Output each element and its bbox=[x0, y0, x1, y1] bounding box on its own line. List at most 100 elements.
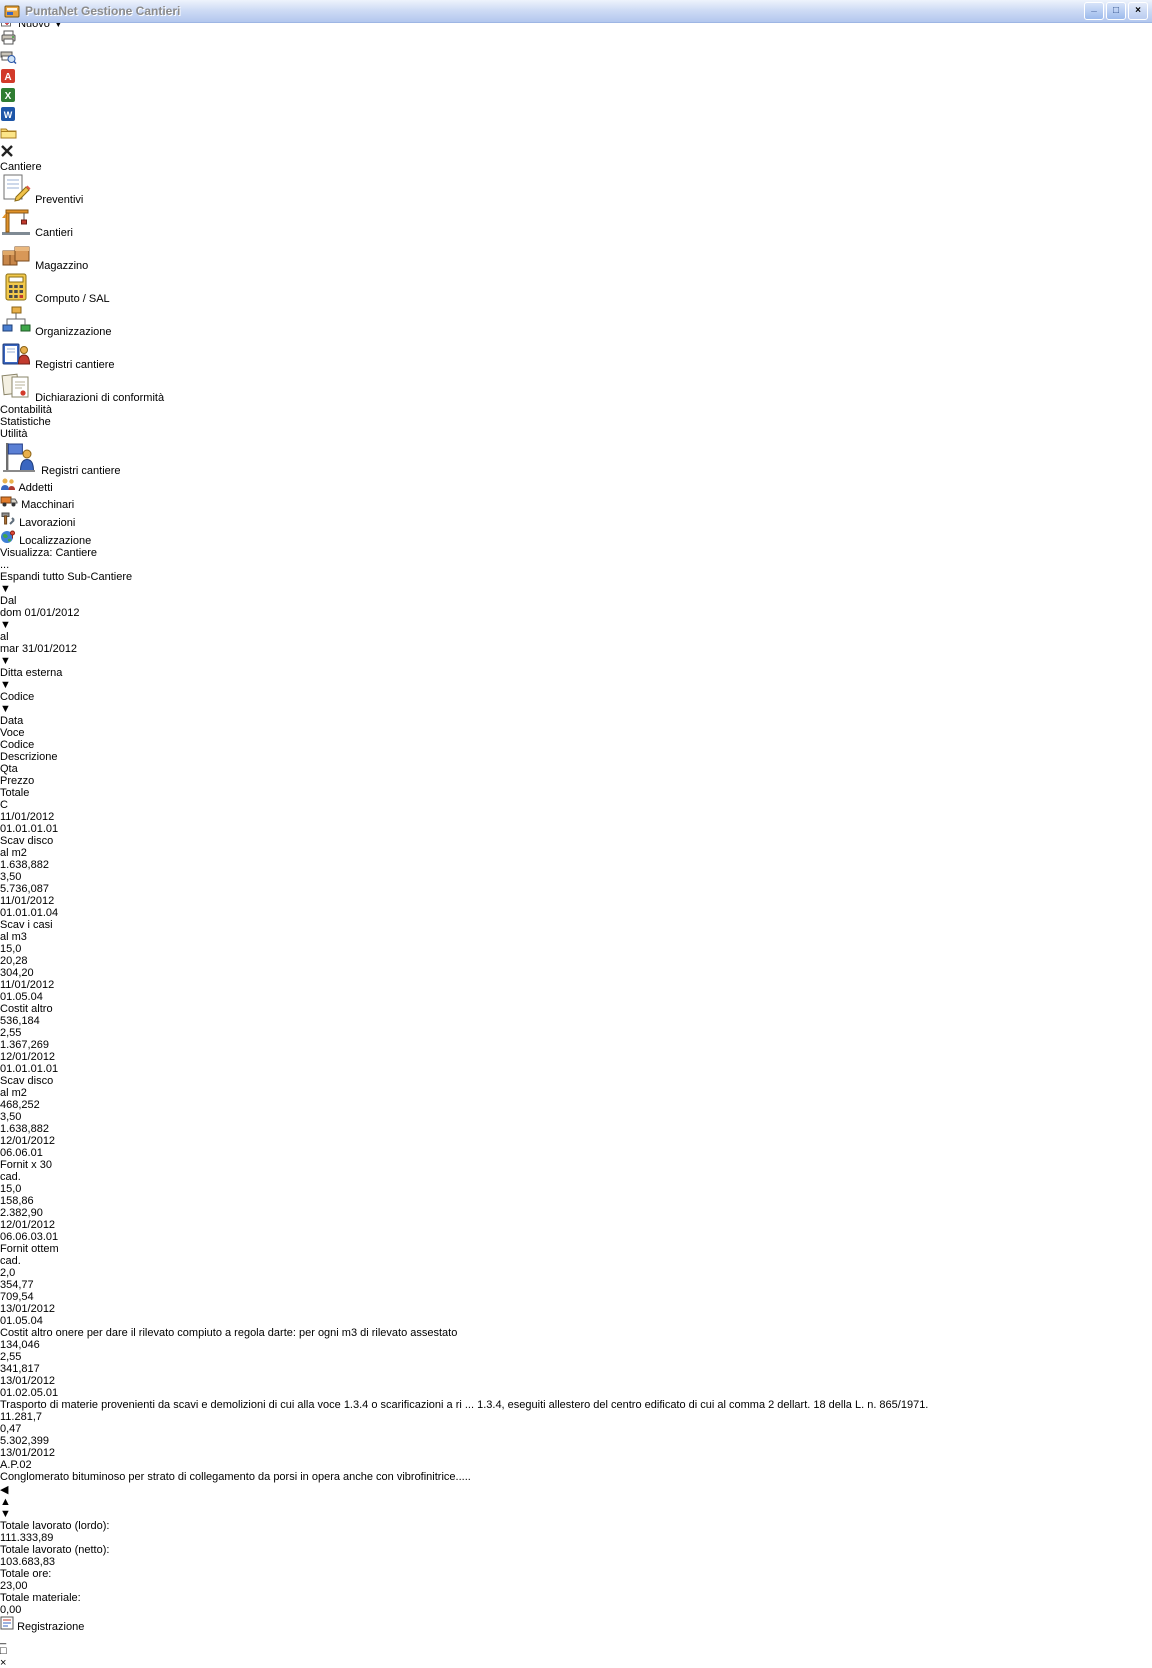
cell-codice: 01.05.04 bbox=[0, 1315, 1152, 1327]
vertical-scrollbar[interactable]: ▲ ▼ bbox=[0, 1496, 1152, 1520]
cell-prezzo: 2,55 bbox=[0, 1351, 1152, 1363]
cell-um: cad. bbox=[0, 1171, 1152, 1183]
sidebar-bottom-button[interactable]: Statistiche bbox=[0, 416, 1152, 428]
cell-codice: 06.06.03.01 bbox=[0, 1231, 1152, 1243]
cell-descrizione: Costit altro bbox=[0, 1003, 1152, 1015]
chevron-down-icon[interactable]: ▼ bbox=[0, 619, 130, 631]
section-tab[interactable]: Addetti bbox=[0, 477, 1152, 494]
cell-totale: 5.302,399 bbox=[0, 1435, 1152, 1447]
column-header-totale[interactable]: Totale bbox=[0, 787, 1152, 799]
horizontal-scrollbar[interactable]: ◀ bbox=[0, 1483, 1152, 1496]
table-row[interactable]: 12/01/2012 06.06.03.01 Fornit ottem cad.… bbox=[0, 1219, 1152, 1303]
svg-text:A: A bbox=[4, 72, 11, 83]
cell-codice: 01.01.01.01 bbox=[0, 823, 1152, 835]
grid-header: Data Voce Codice Descrizione Qta Prezzo … bbox=[0, 715, 1152, 811]
scroll-down-icon[interactable]: ▼ bbox=[0, 1508, 1152, 1520]
cell-prezzo: 20,28 bbox=[0, 955, 1152, 967]
cell-um: cad. bbox=[0, 1255, 1152, 1267]
cantiere-browse-button[interactable]: ... bbox=[0, 559, 1152, 571]
cell-descrizione: Scav disco bbox=[0, 835, 1152, 847]
total-group: Totale materiale: 0,00 bbox=[0, 1592, 1152, 1616]
al-label: al bbox=[0, 631, 9, 643]
sidebar-item[interactable]: Magazzino bbox=[0, 239, 1152, 272]
column-header-codice[interactable]: Codice bbox=[0, 739, 1152, 751]
sidebar-bottom-button[interactable]: Utilità bbox=[0, 428, 1152, 440]
sidebar-item-label: Organizzazione bbox=[35, 326, 111, 338]
total-group: Totale lavorato (lordo): 111.333,89 bbox=[0, 1520, 1152, 1544]
dialog-maximize-button[interactable]: □ bbox=[0, 1645, 1152, 1657]
toolbar-button[interactable] bbox=[0, 49, 1152, 68]
cell-totale: 341,817 bbox=[0, 1363, 1152, 1375]
toolbar-button[interactable]: A bbox=[0, 68, 1152, 87]
cell-totale: 709,54 bbox=[0, 1291, 1152, 1303]
dichiarazioni-icon bbox=[0, 392, 32, 404]
dialog-minimize-button[interactable]: _ bbox=[0, 1633, 1152, 1645]
sidebar-item[interactable]: Preventivi bbox=[0, 173, 1152, 206]
sidebar-item[interactable]: Computo / SAL bbox=[0, 272, 1152, 305]
section-tab[interactable]: Localizzazione bbox=[0, 529, 1152, 547]
table-row[interactable]: 13/01/2012 01.02.05.01 Trasporto di mate… bbox=[0, 1375, 1152, 1447]
minimize-button[interactable]: _ bbox=[1084, 2, 1104, 20]
registrations-table: 11/01/2012 01.01.01.01 Scav disco al m2 … bbox=[0, 811, 1152, 1483]
close-button[interactable]: × bbox=[1128, 2, 1148, 20]
toolbar-button[interactable] bbox=[0, 144, 1152, 161]
sidebar-header-cantiere[interactable]: Cantiere bbox=[0, 161, 1152, 173]
chevron-down-icon[interactable]: ▼ bbox=[0, 679, 282, 691]
table-row[interactable]: 11/01/2012 01.01.01.04 Scav i casi al m3… bbox=[0, 895, 1152, 979]
sidebar-item[interactable]: Organizzazione bbox=[0, 305, 1152, 338]
sidebar-item-label: Computo / SAL bbox=[35, 293, 110, 305]
cell-data: 13/01/2012 bbox=[0, 1375, 1152, 1387]
registrazione-icon bbox=[0, 1621, 14, 1633]
chevron-down-icon[interactable]: ▼ bbox=[0, 655, 121, 667]
sub-cantiere-label: Sub-Cantiere bbox=[67, 571, 132, 583]
cell-data: 13/01/2012 bbox=[0, 1447, 1152, 1459]
cell-totale: 2.382,90 bbox=[0, 1207, 1152, 1219]
total-value: 23,00 bbox=[0, 1580, 1152, 1592]
section-tab[interactable]: Lavorazioni bbox=[0, 511, 1152, 529]
sub-cantiere-combo[interactable]: ▼ bbox=[0, 583, 282, 595]
toolbar-button[interactable]: W bbox=[0, 106, 1152, 125]
scroll-up-icon[interactable]: ▲ bbox=[0, 1496, 1152, 1508]
codice-combo[interactable]: ▼ bbox=[0, 703, 138, 715]
registri-cantiere-icon bbox=[0, 359, 32, 371]
sidebar-item-label: Dichiarazioni di conformità bbox=[35, 392, 164, 404]
column-header-data[interactable]: Data bbox=[0, 715, 1152, 727]
dialog-close-button[interactable]: × bbox=[0, 1657, 1152, 1668]
excel-export-icon: X bbox=[0, 94, 16, 106]
table-row[interactable]: 13/01/2012 01.05.04 Costit altro onere p… bbox=[0, 1303, 1152, 1375]
cell-data: 11/01/2012 bbox=[0, 811, 1152, 823]
total-label: Totale lavorato (lordo): bbox=[0, 1520, 109, 1532]
cell-totale: 5.736,087 bbox=[0, 883, 1152, 895]
chevron-down-icon[interactable]: ▼ bbox=[0, 583, 282, 595]
cell-data: 12/01/2012 bbox=[0, 1135, 1152, 1147]
codice-label: Codice bbox=[0, 691, 34, 703]
toolbar-button[interactable] bbox=[0, 125, 1152, 144]
dal-date-combo[interactable]: dom 01/01/2012 ▼ bbox=[0, 607, 130, 631]
column-header-voce[interactable]: Voce Codice Descrizione bbox=[0, 727, 1152, 763]
maximize-button[interactable]: □ bbox=[1106, 2, 1126, 20]
al-date-combo[interactable]: mar 31/01/2012 ▼ bbox=[0, 643, 121, 667]
sidebar-item[interactable]: Dichiarazioni di conformità bbox=[0, 371, 1152, 404]
section-tab[interactable]: Macchinari bbox=[0, 494, 1152, 511]
sidebar-item[interactable]: Cantieri bbox=[0, 206, 1152, 239]
ditta-esterna-combo[interactable]: ▼ bbox=[0, 679, 282, 691]
scroll-left-icon[interactable]: ◀ bbox=[0, 1483, 1152, 1496]
column-header-qta[interactable]: Qta bbox=[0, 763, 1152, 775]
computo-sal-icon bbox=[0, 293, 32, 305]
column-header-extra[interactable]: C bbox=[0, 799, 1152, 811]
table-row[interactable]: 13/01/2012 A.P.02 Conglomerato bituminos… bbox=[0, 1447, 1152, 1483]
sidebar-item[interactable]: Registri cantiere bbox=[0, 338, 1152, 371]
column-header-descrizione[interactable]: Descrizione bbox=[0, 751, 1152, 763]
chevron-down-icon[interactable]: ▼ bbox=[0, 703, 138, 715]
toolbar-button[interactable]: X bbox=[0, 87, 1152, 106]
table-row[interactable]: 12/01/2012 01.01.01.01 Scav disco al m2 … bbox=[0, 1051, 1152, 1135]
table-row[interactable]: 12/01/2012 06.06.01 Fornit x 30 cad. 15,… bbox=[0, 1135, 1152, 1219]
column-header-prezzo[interactable]: Prezzo bbox=[0, 775, 1152, 787]
sidebar-bottom-button[interactable]: Contabilità bbox=[0, 404, 1152, 416]
addetti-icon bbox=[0, 482, 16, 494]
printer-icon bbox=[0, 37, 17, 49]
table-row[interactable]: 11/01/2012 01.01.01.01 Scav disco al m2 … bbox=[0, 811, 1152, 895]
table-row[interactable]: 11/01/2012 01.05.04 Costit altro 536,184… bbox=[0, 979, 1152, 1051]
toolbar-button[interactable] bbox=[0, 30, 1152, 49]
page-title: Registri cantiere bbox=[41, 465, 120, 477]
